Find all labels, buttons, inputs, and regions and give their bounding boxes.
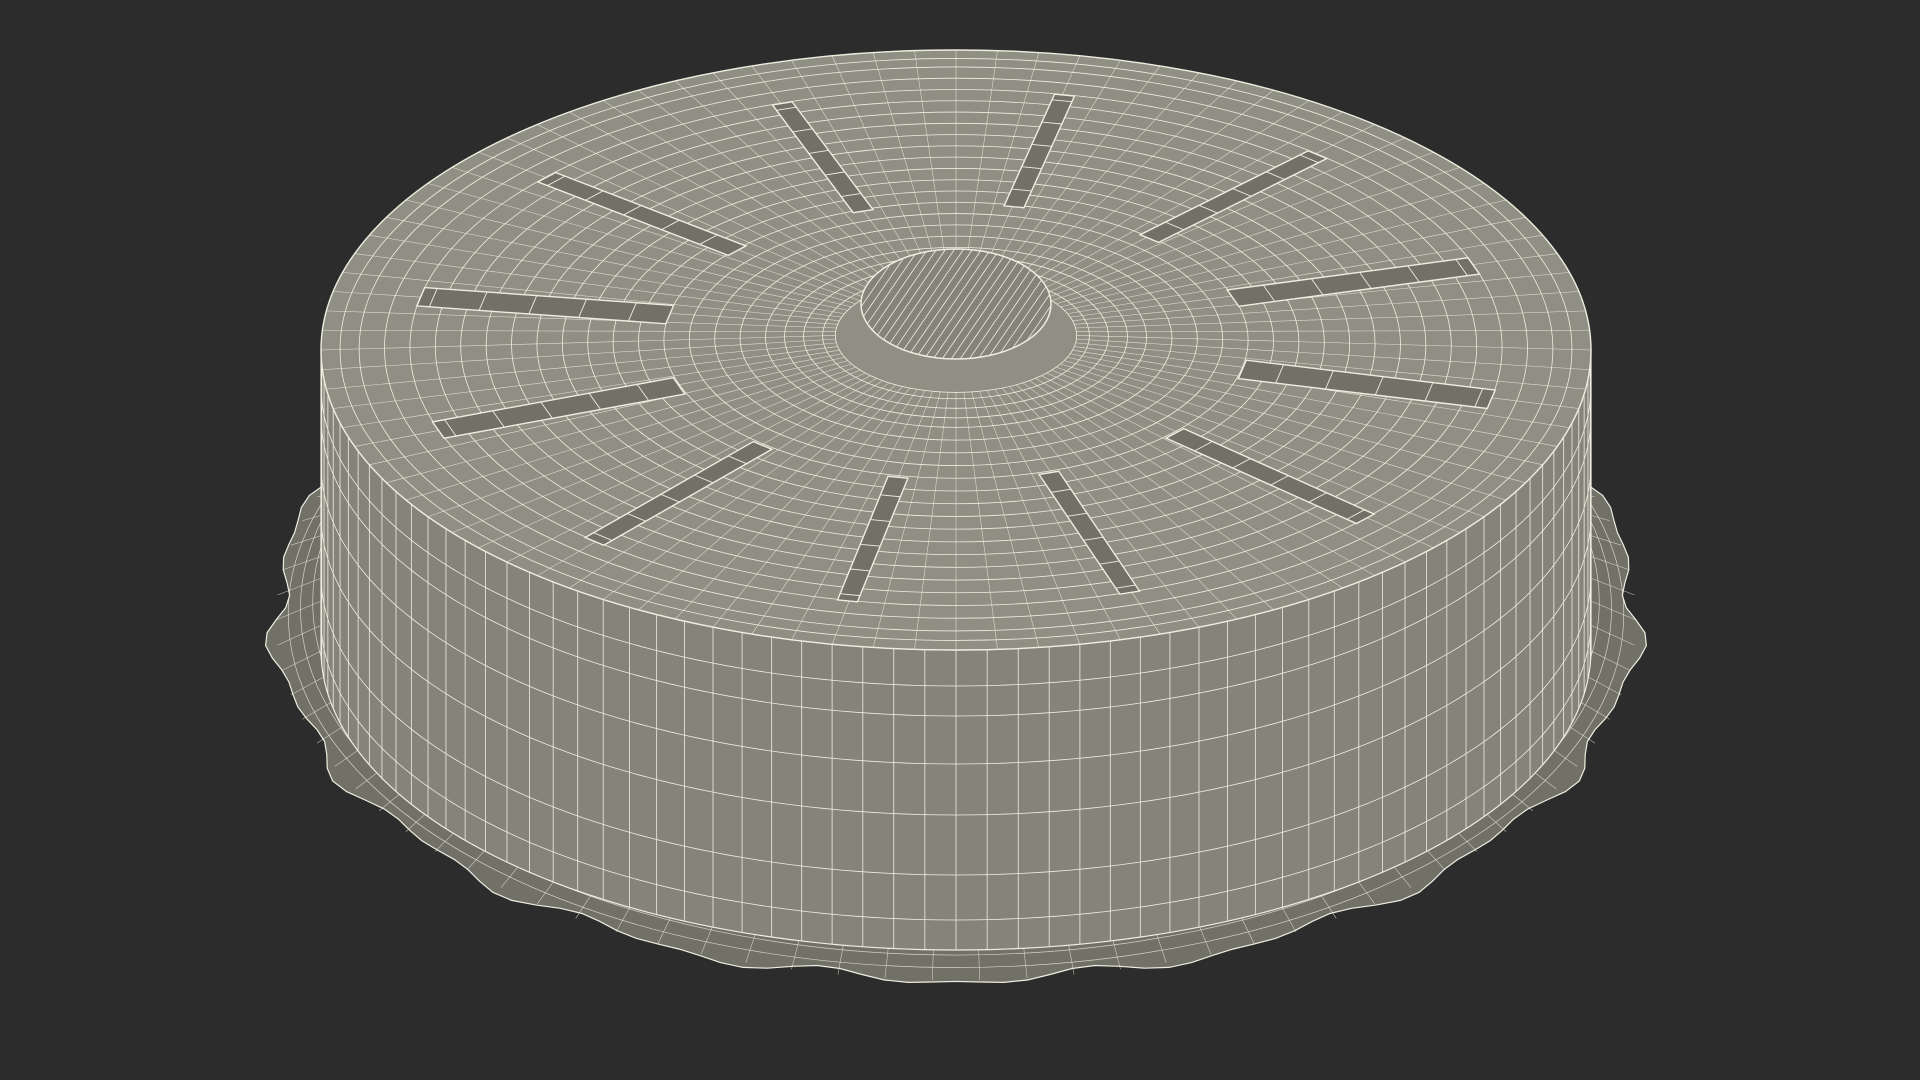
render-viewport [0,0,1920,1080]
wireframe-object [264,49,1648,983]
